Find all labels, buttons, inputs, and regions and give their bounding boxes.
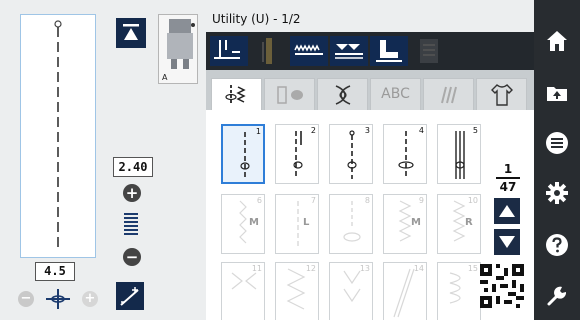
stitch-number: 3 bbox=[364, 126, 370, 135]
tab-decorative[interactable] bbox=[317, 78, 368, 110]
stitch-cell-14: 14 bbox=[383, 262, 427, 320]
home-icon[interactable] bbox=[544, 28, 570, 54]
needle-position-right-button[interactable]: + bbox=[82, 291, 98, 307]
foot-lift-icon bbox=[376, 40, 402, 62]
tab-garment[interactable] bbox=[476, 78, 527, 110]
needle-up-icon bbox=[123, 24, 139, 40]
stitch-width-value: 2.40 bbox=[113, 157, 153, 177]
reverse-stitch-button[interactable] bbox=[330, 36, 368, 66]
arrow-down-icon bbox=[499, 236, 515, 248]
stitch-preview bbox=[20, 14, 96, 258]
arrow-up-icon bbox=[499, 205, 515, 217]
page-down-button[interactable] bbox=[494, 229, 520, 255]
stitch-cell-15: 15 bbox=[437, 262, 481, 320]
tab-buttonhole[interactable] bbox=[264, 78, 315, 110]
utility-stitch-icon bbox=[224, 85, 246, 105]
stitch-cell-3[interactable]: 3 bbox=[329, 124, 373, 184]
stitch-cell-5[interactable]: 5 bbox=[437, 124, 481, 184]
presser-foot-indicator[interactable]: A bbox=[158, 14, 198, 84]
system-sidebar bbox=[534, 0, 580, 320]
stitch-selection-panel: Utility (U) - 1/2 ABC 1 2 3 4 5 M 6 L 7 … bbox=[206, 0, 534, 320]
stitch-number: 12 bbox=[305, 264, 316, 273]
garment-icon bbox=[490, 84, 513, 106]
page-title: Utility (U) - 1/2 bbox=[212, 12, 301, 26]
stitch-cell-1[interactable]: 1 bbox=[221, 124, 265, 184]
stitch-number: 15 bbox=[467, 264, 478, 273]
wrench-icon[interactable] bbox=[544, 283, 570, 309]
quilting-stitch-icon bbox=[440, 86, 457, 104]
stitch-letter: L bbox=[303, 217, 310, 228]
needle-position-left-button[interactable]: − bbox=[18, 291, 34, 307]
stitch-cell-6: M6 bbox=[221, 194, 265, 254]
page-counter: 1 47 bbox=[493, 162, 523, 194]
page-current: 1 bbox=[503, 162, 513, 176]
auto-lock-icon bbox=[294, 44, 323, 55]
stitch-length-value: 4.5 bbox=[35, 262, 75, 281]
settings-icon[interactable] bbox=[544, 180, 570, 206]
mode-toolbar bbox=[206, 32, 534, 70]
stitch-settings-panel: A 2.40 + − 4.5 − + bbox=[0, 0, 206, 320]
decorative-stitch-icon bbox=[335, 85, 350, 105]
stitch-cell-9: M9 bbox=[383, 194, 427, 254]
stitch-number: 1 bbox=[255, 127, 261, 136]
stitch-cell-2[interactable]: 2 bbox=[275, 124, 319, 184]
tab-utility[interactable] bbox=[211, 78, 262, 110]
twin-needle-button[interactable] bbox=[116, 18, 146, 48]
thread-cutter-button[interactable] bbox=[250, 36, 288, 66]
stitch-number: 4 bbox=[418, 126, 424, 135]
needle-mode-icon bbox=[214, 40, 240, 59]
stitch-cell-11: 11 bbox=[221, 262, 265, 320]
stitch-number: 14 bbox=[413, 264, 424, 273]
stitch-number: 5 bbox=[472, 126, 478, 135]
presser-foot-letter: A bbox=[162, 73, 168, 82]
needle-position-icon bbox=[46, 289, 70, 309]
stitch-number: 9 bbox=[418, 196, 424, 205]
stitch-number: 11 bbox=[251, 264, 262, 273]
help-icon[interactable] bbox=[544, 232, 570, 258]
stitch-letter: M bbox=[411, 217, 421, 228]
stitch-density-icon bbox=[124, 213, 138, 235]
page-total: 47 bbox=[499, 180, 517, 194]
stitch-cell-12: 12 bbox=[275, 262, 319, 320]
stitch-number: 6 bbox=[256, 196, 262, 205]
folder-upload-icon[interactable] bbox=[544, 80, 570, 106]
stitch-number: 8 bbox=[364, 196, 370, 205]
stitch-number: 7 bbox=[310, 196, 316, 205]
stitch-cell-13: 13 bbox=[329, 262, 373, 320]
reverse-stitch-icon bbox=[335, 44, 363, 59]
buttonhole-icon bbox=[276, 86, 303, 104]
stitch-cell-4[interactable]: 4 bbox=[383, 124, 427, 184]
tension-icon bbox=[120, 287, 139, 306]
stitch-density-mode-button[interactable] bbox=[290, 36, 328, 66]
stitch-cell-10: R 10 bbox=[437, 194, 481, 254]
memory-button[interactable] bbox=[410, 36, 448, 66]
stitch-number: 10 bbox=[467, 196, 478, 205]
stitch-number: 2 bbox=[310, 126, 316, 135]
stitch-letter: M bbox=[249, 217, 259, 228]
page-up-button[interactable] bbox=[494, 198, 520, 224]
width-increase-button[interactable]: + bbox=[123, 184, 141, 202]
presser-foot-lift-button[interactable] bbox=[370, 36, 408, 66]
width-decrease-button[interactable]: − bbox=[123, 248, 141, 266]
tension-button[interactable] bbox=[116, 282, 144, 310]
stitch-category-tabs: ABC bbox=[206, 70, 534, 110]
thread-cutter-icon bbox=[262, 38, 272, 64]
menu-icon[interactable] bbox=[544, 130, 570, 156]
tab-alphabet[interactable]: ABC bbox=[370, 78, 421, 110]
tab-quilting[interactable] bbox=[423, 78, 474, 110]
stitch-number: 13 bbox=[359, 264, 370, 273]
needle-mode-button[interactable] bbox=[210, 36, 248, 66]
fraction-bar bbox=[496, 177, 520, 179]
document-icon bbox=[420, 39, 438, 63]
stitch-cell-8: 8 bbox=[329, 194, 373, 254]
stitch-cell-7: L7 bbox=[275, 194, 319, 254]
stitch-letter: R bbox=[465, 217, 473, 228]
qr-code-button[interactable] bbox=[480, 264, 524, 308]
